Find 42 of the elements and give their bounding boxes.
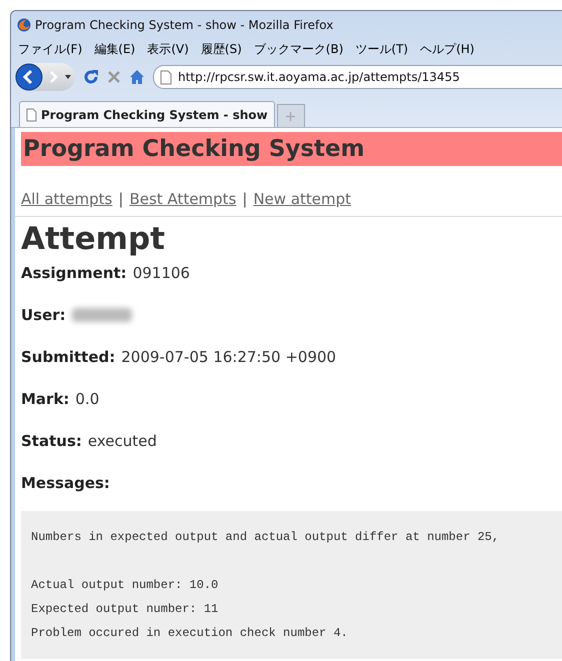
stop-icon[interactable] [107,70,121,84]
field-value: executed [88,432,157,450]
page-heading: Attempt [21,221,166,257]
field-label: Mark: [21,390,70,408]
nav-link[interactable]: New attempt [253,190,352,208]
browser-tab[interactable]: Program Checking System - show [19,101,275,127]
menu-item[interactable]: 編集(E) [93,40,136,58]
back-button[interactable] [15,63,43,91]
home-icon[interactable] [129,69,145,85]
field-value: 2009-07-05 16:27:50 +0900 [121,348,336,366]
message-line: Actual output number: 10.0 [31,577,218,594]
field-label: Assignment: [21,264,127,282]
message-line: Numbers in expected output and actual output differ at number 25, [31,529,500,546]
field-label: User: [21,306,66,324]
message-line: Problem occured in execution check number 4. [31,625,348,642]
field-label: Messages: [21,474,110,492]
page-icon [160,70,172,84]
link-separator: | [242,190,248,208]
message-line: Expected output number: 11 [31,601,218,618]
reload-icon[interactable] [83,69,99,85]
dropdown-caret-icon[interactable] [65,75,71,79]
nav-link[interactable]: All attempts [21,190,112,208]
field-label: Status: [21,432,82,450]
menu-item[interactable]: ツール(T) [354,40,410,58]
browser-logo-icon [17,18,31,32]
menu-item[interactable]: ブックマーク(B) [252,40,344,58]
menu-item[interactable]: ヘルプ(H) [419,40,476,58]
new-tab-button[interactable] [276,104,305,127]
menu-item[interactable]: 履歴(S) [200,40,243,58]
field-value: 0.0 [75,390,100,408]
field-label: Submitted: [21,348,116,366]
menu-item[interactable]: ファイル(F) [17,40,84,58]
link-separator: | [118,190,124,208]
field-value: 091106 [132,264,190,282]
page-icon [26,108,37,122]
nav-link[interactable]: Best Attempts [129,190,236,208]
blurred-value [72,308,132,322]
window-title: Program Checking System - show - Mozilla Firefox [35,18,334,32]
address-field[interactable]: http://rpcsr.sw.it.aoyama.ac.jp/attempts/13455 [153,65,562,89]
site-title: Program Checking System [21,132,562,166]
menu-item[interactable]: 表示(V) [146,40,190,58]
plus-icon [286,112,296,120]
